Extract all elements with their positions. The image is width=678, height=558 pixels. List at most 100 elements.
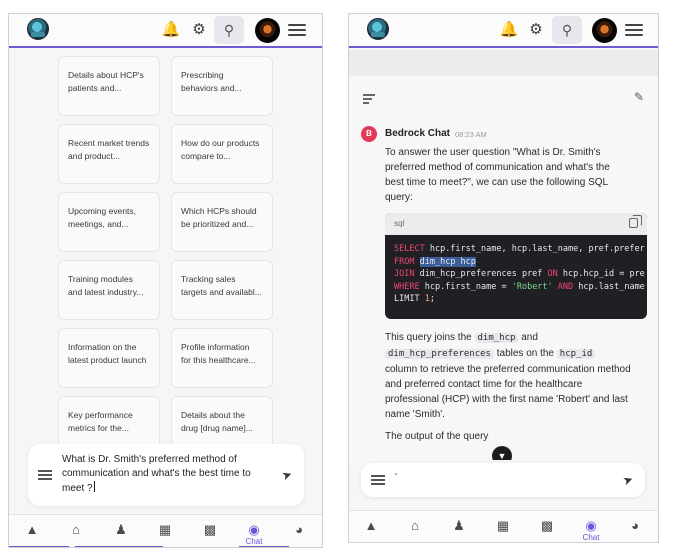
contacts-icon[interactable]: ♟ — [106, 515, 136, 547]
search-icon[interactable]: ⚲ — [552, 16, 582, 44]
home-icon[interactable]: ⌂ — [61, 515, 91, 547]
prompt-card-line: and product... — [68, 151, 120, 161]
dashboard-icon[interactable]: ▩ — [532, 511, 562, 542]
settings-sliders-icon[interactable] — [371, 474, 385, 486]
prompt-card[interactable]: Training modules and latest industry... — [58, 260, 160, 320]
prompt-card-line: Recent market trends — [68, 138, 150, 148]
prompt-card-line: metrics for the... — [68, 423, 129, 433]
prompt-card[interactable]: Recent market trends and product... — [58, 124, 160, 184]
message-line: This query joins the dim_hcp and — [385, 330, 647, 346]
prompt-card[interactable]: Prescribing behaviors and... — [171, 56, 273, 116]
code-block-header: sql — [385, 213, 647, 235]
nav-indicator — [407, 542, 507, 543]
prompt-card-line: Tracking sales — [181, 274, 236, 284]
message-line: dim_hcp_preferences tables on the hcp_id — [385, 346, 647, 362]
home-icon[interactable]: ⌂ — [400, 511, 430, 542]
prompt-card[interactable]: Information on the latest product launch — [58, 328, 160, 388]
sql-keyword: AND — [552, 281, 574, 292]
sort-icon[interactable] — [363, 94, 375, 104]
prompt-card-line: Key performance — [68, 410, 133, 420]
gear-icon[interactable]: ⚙ — [526, 20, 546, 40]
message-line: column to retrieve the preferred communi… — [385, 364, 631, 375]
message-line: professional (HCP) with the first name '… — [385, 394, 628, 405]
bottom-navigation: ▲ ⌂ ♟ ▦ ▩ ◉ Chat ◕ — [349, 510, 658, 543]
right-phone-screen: 🔔 ⚙ ⚲ ✎ B Bedrock Chat 08:23 AM To answe… — [348, 13, 659, 543]
code-text: LIMIT — [394, 294, 425, 304]
sql-keyword: ON — [547, 269, 558, 279]
menu-icon[interactable] — [288, 21, 306, 37]
menu-icon[interactable] — [625, 21, 643, 37]
gear-icon[interactable]: ⚙ — [189, 20, 209, 40]
scroll-down-button[interactable]: ▼ — [492, 446, 512, 460]
nav-indicator — [75, 546, 163, 547]
sql-keyword: WHERE — [394, 281, 420, 292]
dashboard-icon[interactable]: ▩ — [195, 515, 225, 547]
prompt-card[interactable]: Profile information for this healthcare..… — [171, 328, 273, 388]
code-line: WHERE hcp.first_name = 'Robert' AND hcp.… — [394, 281, 645, 294]
message-composer[interactable]: ' ➤ — [361, 463, 645, 497]
prompt-card-line: targets and availabl... — [181, 287, 262, 297]
prompt-card-line: Training modules — [68, 274, 133, 284]
message-timestamp: 08:23 AM — [455, 130, 487, 139]
contacts-icon[interactable]: ♟ — [444, 511, 474, 542]
avatar[interactable] — [255, 18, 280, 43]
copy-icon[interactable] — [629, 215, 642, 228]
inline-code: dim_hcp_preferences — [385, 349, 494, 359]
code-text: hcp.first_name = — [419, 281, 512, 292]
prompt-card[interactable]: Details about the drug [drug name]... — [171, 396, 273, 446]
prompt-card-line: Prescribing — [181, 70, 224, 80]
code-text: hcp.hcp_id = pre — [557, 269, 645, 279]
message-input[interactable]: What is Dr. Smith's preferred method of … — [62, 453, 262, 496]
message-line: preferred method of communication and wh… — [385, 162, 610, 173]
send-icon[interactable]: ➤ — [280, 467, 294, 484]
calendar-icon[interactable]: ▦ — [488, 511, 518, 542]
support-icon[interactable]: ◕ — [284, 515, 314, 547]
navigate-arrow-icon[interactable]: ▲ — [17, 515, 47, 547]
bottom-navigation: ▲ ⌂ ♟ ▦ ▩ ◉ Chat ◕ — [9, 514, 322, 547]
code-text: ; — [429, 294, 435, 304]
prompt-card[interactable]: Upcoming events, meetings, and... — [58, 192, 160, 252]
sql-string: 'Robert' — [511, 281, 553, 292]
message-line: To answer the user question "What is Dr.… — [385, 147, 601, 158]
prompt-card[interactable]: Tracking sales targets and availabl... — [171, 260, 273, 320]
support-icon[interactable]: ◕ — [620, 511, 650, 542]
text-cursor — [93, 481, 95, 492]
code-text: hcp.first_name, hcp.last_name, pref.pref… — [424, 244, 645, 254]
sql-keyword: JOIN — [394, 269, 415, 279]
send-icon[interactable]: ➤ — [621, 472, 635, 489]
navigate-arrow-icon[interactable]: ▲ — [356, 511, 386, 542]
bot-name: Bedrock Chat — [385, 128, 451, 139]
code-line: JOIN dim_hcp_preferences pref ON hcp.hcp… — [394, 268, 645, 281]
new-chat-edit-icon[interactable]: ✎ — [634, 90, 644, 104]
prompt-card[interactable]: How do our products compare to... — [171, 124, 273, 184]
app-logo[interactable] — [27, 18, 49, 40]
bell-icon[interactable]: 🔔 — [499, 20, 519, 40]
message-input[interactable]: ' — [395, 472, 397, 483]
nav-indicator — [9, 546, 69, 547]
prompt-card-line: Information on the — [68, 342, 137, 352]
code-text: dim_hcp_preferences pref — [414, 269, 548, 279]
chat-nav-label: Chat — [582, 533, 600, 542]
code-line: FROM dim_hcp hcp — [394, 256, 638, 269]
settings-sliders-icon[interactable] — [38, 469, 52, 481]
message-text: and — [518, 332, 538, 343]
bot-message-output: The output of the query — [385, 431, 489, 442]
message-composer[interactable]: What is Dr. Smith's preferred method of … — [28, 444, 304, 506]
message-input-line: What is Dr. Smith's preferred method of — [62, 454, 237, 465]
prompt-card-line: latest product launch — [68, 355, 147, 365]
chat-icon[interactable]: ◉ Chat — [576, 511, 606, 542]
app-logo[interactable] — [367, 18, 389, 40]
chat-icon[interactable]: ◉ Chat — [239, 515, 269, 547]
selected-text: dim_hcp hcp — [419, 256, 476, 267]
prompt-card-line: Details about the — [181, 410, 245, 420]
prompt-card-line: be prioritized and... — [181, 219, 254, 229]
prompt-card[interactable]: Details about HCP's patients and... — [58, 56, 160, 116]
prompt-card-line: and latest industry... — [68, 287, 144, 297]
prompt-card[interactable]: Which HCPs should be prioritized and... — [171, 192, 273, 252]
avatar[interactable] — [592, 18, 617, 43]
calendar-icon[interactable]: ▦ — [150, 515, 180, 547]
search-icon[interactable]: ⚲ — [214, 16, 244, 44]
bell-icon[interactable]: 🔔 — [161, 20, 181, 40]
message-line: name 'Smith'. — [385, 409, 445, 420]
prompt-card[interactable]: Key performance metrics for the... — [58, 396, 160, 446]
